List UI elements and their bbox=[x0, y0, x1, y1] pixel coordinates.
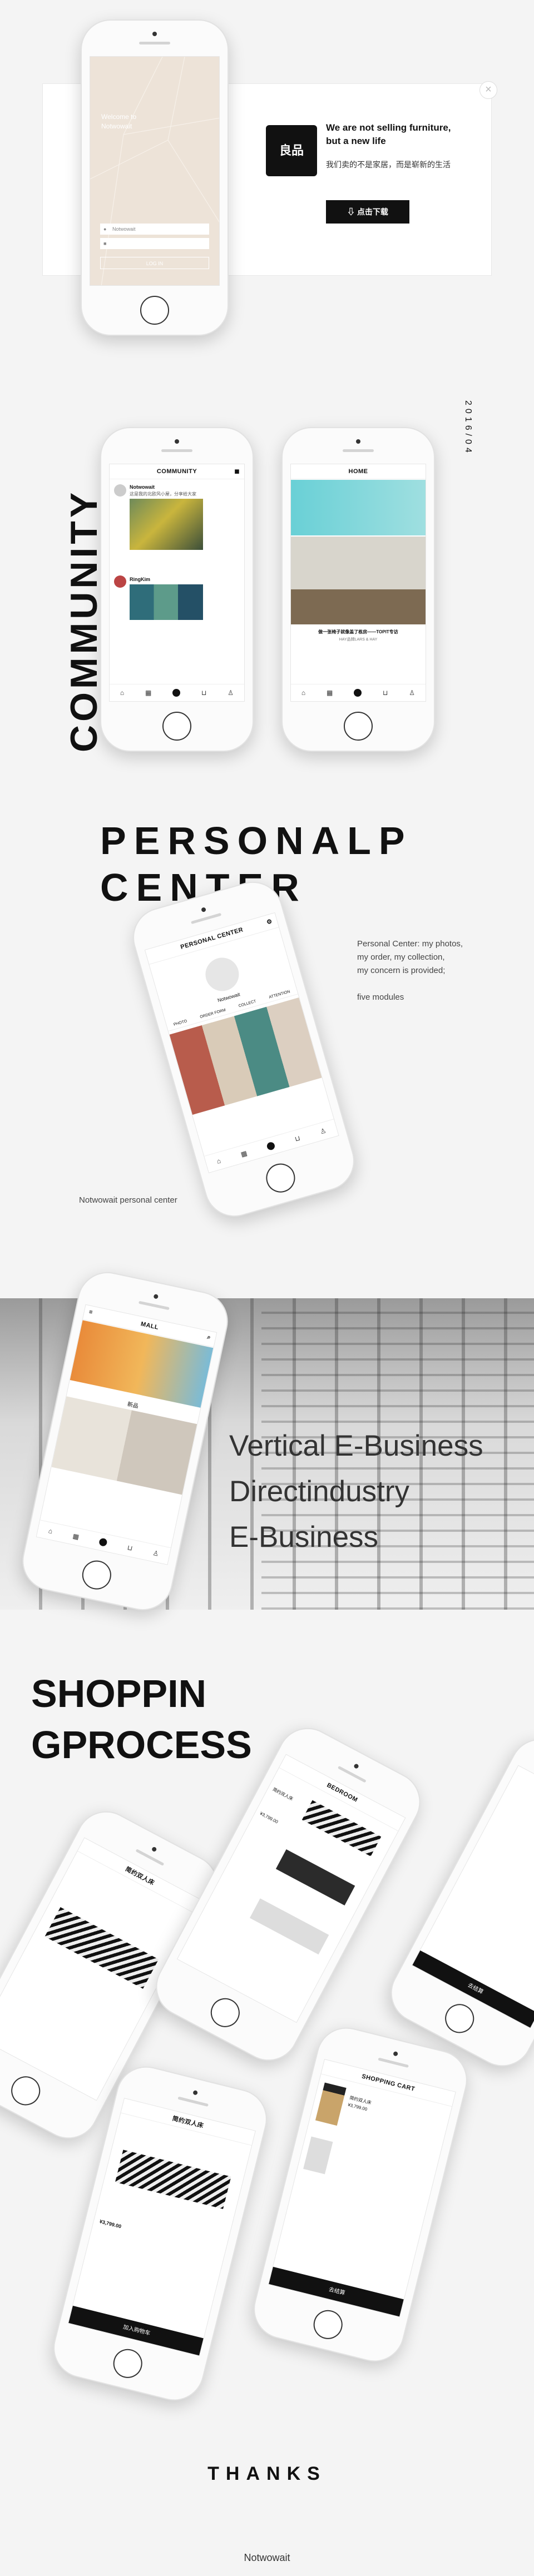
speaker bbox=[139, 42, 170, 44]
home-screen: HOME 做一张椅子就像盖了栋房——TOPIT专访 HAY品牌LARS & HA… bbox=[290, 464, 426, 702]
download-button[interactable]: ⇩ 点击下载 bbox=[326, 200, 409, 224]
cart-icon[interactable]: ⊔ bbox=[383, 689, 388, 697]
user2-avatar[interactable] bbox=[114, 575, 126, 588]
bed-item-price: ¥3,799.00 bbox=[259, 1810, 279, 1825]
user-icon: ● bbox=[103, 226, 107, 232]
community-screen: COMMUNITY ◼ Notwowait 这是我的北欧风小屋，分享给大家 Ri… bbox=[109, 464, 245, 702]
center-icon[interactable] bbox=[354, 689, 362, 697]
cart-item-lamp[interactable] bbox=[315, 2082, 347, 2126]
personal-phone: PERSONAL CENTER ⚙ Notwowait PHOTO ORDER … bbox=[126, 875, 362, 1224]
bed-image[interactable] bbox=[44, 1907, 159, 1989]
bed-image-2[interactable] bbox=[115, 2150, 231, 2210]
tab-collect[interactable]: COLLECT bbox=[238, 1000, 256, 1009]
community-tabbar: ⌂ ▦ ⊔ ♙ bbox=[110, 684, 244, 701]
home-icon[interactable]: ⌂ bbox=[216, 1157, 222, 1165]
article-subcaption: HAY品牌LARS & HAY bbox=[339, 638, 378, 642]
community-phone: COMMUNITY ◼ Notwowait 这是我的北欧风小屋，分享给大家 Ri… bbox=[100, 427, 254, 752]
app-logo: 良品 bbox=[266, 125, 317, 176]
community-vertical-title: COMMUNITY bbox=[63, 489, 105, 752]
user-icon[interactable]: ♙ bbox=[152, 1549, 159, 1558]
tab-attention[interactable]: ATTENTION bbox=[269, 990, 291, 1000]
community-screen-title: COMMUNITY bbox=[156, 468, 197, 475]
home-icon[interactable]: ⌂ bbox=[48, 1527, 53, 1535]
grid-icon[interactable]: ▦ bbox=[72, 1532, 80, 1541]
grid-icon[interactable]: ▦ bbox=[327, 689, 333, 697]
banner-image[interactable] bbox=[291, 480, 426, 535]
camera bbox=[152, 32, 157, 36]
cart-title: SHOPPING CART bbox=[360, 2073, 416, 2093]
login-welcome: Welcome to Notwowait bbox=[101, 113, 137, 130]
personal-screen: PERSONAL CENTER ⚙ Notwowait PHOTO ORDER … bbox=[144, 912, 339, 1173]
mall-screen-title: MALL bbox=[140, 1321, 160, 1331]
checkout-button-2[interactable]: 去结算 bbox=[269, 2266, 405, 2317]
post-photo[interactable] bbox=[130, 499, 203, 550]
lock-icon: ■ bbox=[103, 241, 107, 246]
center-icon[interactable] bbox=[266, 1141, 276, 1151]
footer-brand: Notwowait bbox=[244, 2552, 290, 2563]
camera-icon[interactable]: ◼ bbox=[234, 468, 240, 475]
cart-item-2[interactable] bbox=[303, 2136, 333, 2175]
close-button[interactable]: × bbox=[479, 81, 497, 99]
login-button[interactable]: LOG IN bbox=[100, 257, 209, 269]
home-phone: HOME 做一张椅子就像盖了栋房——TOPIT专访 HAY品牌LARS & HA… bbox=[281, 427, 435, 752]
username-input[interactable]: ● Notwowait bbox=[100, 224, 209, 235]
bed-item-1-name: 简约双人床 bbox=[271, 1786, 294, 1802]
personal-description: Personal Center: my photos, my order, my … bbox=[357, 939, 463, 1002]
product2-title: 简约双人床 bbox=[171, 2115, 205, 2130]
product-title: 简约双人床 bbox=[124, 1865, 156, 1887]
profile-avatar[interactable] bbox=[201, 954, 243, 995]
home-screen-title: HOME bbox=[348, 468, 368, 475]
photo-grid[interactable] bbox=[130, 584, 203, 620]
center-icon[interactable] bbox=[172, 689, 181, 697]
home-icon[interactable]: ⌂ bbox=[301, 689, 305, 697]
center-icon[interactable] bbox=[98, 1537, 108, 1547]
login-screen: Welcome to Notwowait ● Notwowait ■ LOG IN bbox=[90, 56, 220, 286]
add-cart-button[interactable]: 加入购物车 bbox=[68, 2305, 205, 2356]
grid-icon[interactable]: ▦ bbox=[145, 689, 151, 697]
cart-phone: SHOPPING CART 简约双人床 ¥3,799.00 去结算 bbox=[247, 2021, 474, 2368]
settings-icon[interactable]: ⚙ bbox=[266, 917, 273, 926]
menu-icon[interactable]: ≡ bbox=[88, 1309, 93, 1316]
bedroom-title: BEDROOM bbox=[325, 1781, 359, 1804]
tab-photo[interactable]: PHOTO bbox=[173, 1019, 187, 1027]
search-icon[interactable]: ⌕ bbox=[206, 1334, 211, 1342]
cart-icon[interactable]: ⊔ bbox=[127, 1543, 134, 1552]
promo-subline: 我们卖的不是家居，而是崭新的生活 bbox=[326, 160, 451, 169]
user-icon[interactable]: ♙ bbox=[409, 689, 415, 697]
photo-wall[interactable] bbox=[169, 997, 322, 1115]
thanks-title: THANKS bbox=[207, 2463, 327, 2484]
home-icon[interactable]: ⌂ bbox=[120, 689, 124, 697]
room-image[interactable] bbox=[291, 537, 426, 624]
password-input[interactable]: ■ bbox=[100, 238, 209, 249]
bed-item-2[interactable] bbox=[275, 1849, 355, 1905]
shopping-title: SHOPPIN GPROCESS bbox=[31, 1672, 252, 1766]
mall-tagline: Vertical E-Business Directindustry E-Busin… bbox=[229, 1430, 483, 1553]
post-username[interactable]: Notwowait bbox=[130, 484, 155, 490]
personal-caption: Notwowait personal center bbox=[79, 1195, 177, 1205]
home-button[interactable] bbox=[140, 296, 169, 325]
personal-screen-title: PERSONAL CENTER bbox=[180, 926, 244, 951]
user2-name[interactable]: RingKim bbox=[130, 577, 150, 582]
cart-icon[interactable]: ⊔ bbox=[201, 689, 206, 697]
article-caption[interactable]: 做一张椅子就像盖了栋房——TOPIT专访 bbox=[295, 629, 421, 635]
post-avatar[interactable] bbox=[114, 484, 126, 497]
download-icon: ⇩ bbox=[347, 207, 357, 216]
bed-item-3[interactable] bbox=[249, 1898, 329, 1955]
user-icon[interactable]: ♙ bbox=[228, 689, 234, 697]
product2-price: ¥3,799.00 bbox=[98, 2218, 122, 2230]
promo-headline: We are not selling furniture, but a new l… bbox=[326, 122, 451, 146]
user-icon[interactable]: ♙ bbox=[319, 1126, 327, 1135]
post-text: 这是我的北欧风小屋，分享给大家 bbox=[130, 492, 196, 497]
login-phone: Welcome to Notwowait ● Notwowait ■ LOG IN bbox=[81, 19, 229, 336]
tab-order[interactable]: ORDER FORM bbox=[200, 1008, 226, 1019]
grid-icon[interactable]: ▦ bbox=[240, 1149, 248, 1159]
cart-icon[interactable]: ⊔ bbox=[294, 1134, 301, 1143]
line-art-illustration bbox=[90, 57, 219, 285]
date-label: 2016/04 bbox=[463, 400, 473, 456]
